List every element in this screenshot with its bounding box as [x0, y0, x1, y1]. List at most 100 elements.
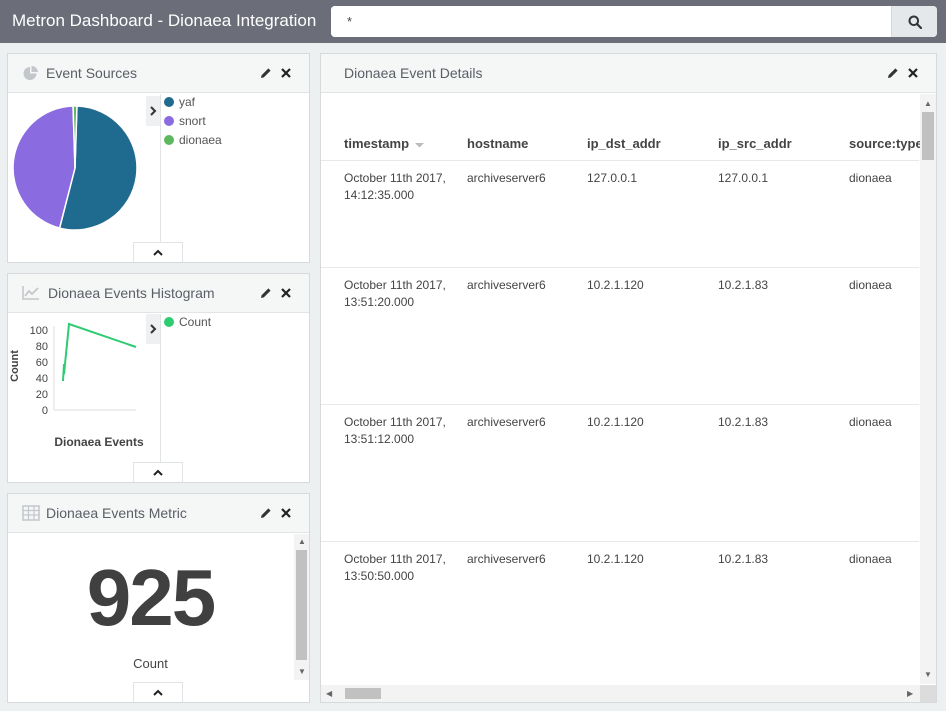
close-icon	[281, 288, 291, 298]
scroll-down-arrow[interactable]: ▼	[298, 668, 306, 676]
pencil-icon	[888, 68, 898, 78]
legend-item-snort[interactable]: snort	[164, 113, 206, 129]
pencil-icon	[261, 508, 271, 518]
collapse-button[interactable]	[133, 682, 183, 702]
panel-header: Dionaea Events Histogram	[8, 274, 309, 313]
scroll-up-arrow[interactable]: ▲	[298, 538, 306, 546]
ip-dst-addr-cell: 127.0.0.1	[587, 171, 638, 185]
legend-toggle[interactable]	[146, 96, 160, 126]
timestamp-cell: October 11th 2017, 13:51:20.000	[344, 278, 446, 309]
event-details-panel: Dionaea Event Details timestamp hostname…	[320, 53, 937, 703]
y-tick-100: 100	[30, 325, 48, 337]
column-header-timestamp[interactable]: timestamp	[344, 136, 424, 151]
y-tick-40: 40	[36, 373, 48, 385]
edit-button[interactable]	[259, 286, 273, 300]
dashboard-title: Metron Dashboard - Dionaea Integration	[12, 11, 317, 30]
y-tick-20: 20	[36, 389, 48, 401]
legend-divider	[160, 94, 161, 242]
close-button[interactable]	[279, 286, 293, 300]
ip-src-addr-cell: 10.2.1.83	[718, 278, 769, 292]
column-header-hostname[interactable]: hostname	[467, 136, 528, 151]
pencil-icon	[261, 68, 271, 78]
column-header-ip-dst-addr[interactable]: ip_dst_addr	[587, 136, 661, 151]
edit-button[interactable]	[259, 506, 273, 520]
edit-button[interactable]	[259, 66, 273, 80]
row-divider	[321, 404, 919, 405]
scrollbar-thumb[interactable]	[345, 688, 381, 699]
pencil-icon	[261, 288, 271, 298]
panel-header: Dionaea Events Metric	[8, 494, 309, 533]
ip-src-addr-cell: 10.2.1.83	[718, 415, 769, 429]
y-tick-0: 0	[42, 405, 48, 417]
legend-divider	[160, 314, 161, 462]
header-divider	[321, 160, 919, 161]
legend-toggle[interactable]	[146, 314, 160, 344]
legend-item-count[interactable]: Count	[164, 314, 211, 330]
ip-dst-addr-cell: 10.2.1.120	[587, 278, 644, 292]
timestamp-cell: October 11th 2017, 13:50:50.000	[344, 552, 446, 583]
column-header-ip-src-addr[interactable]: ip_src_addr	[718, 136, 792, 151]
ip-dst-addr-cell: 10.2.1.120	[587, 552, 644, 566]
row-divider	[321, 267, 919, 268]
search-box	[331, 6, 937, 37]
close-icon	[908, 68, 918, 78]
legend-item-dionaea[interactable]: dionaea	[164, 132, 222, 148]
ip-src-addr-cell: 127.0.0.1	[718, 171, 769, 185]
count-series-line	[62, 322, 137, 382]
pie-chart-icon	[23, 65, 38, 80]
ip-src-addr-cell: 10.2.1.83	[718, 552, 769, 566]
collapse-button[interactable]	[133, 462, 183, 482]
source-type-cell: dionaea	[849, 415, 892, 429]
vertical-scrollbar[interactable]: ▲ ▼	[920, 94, 936, 684]
horizontal-scrollbar[interactable]: ◀ ▶	[321, 685, 920, 702]
scrollbar-thumb[interactable]	[296, 550, 307, 660]
panel-title: Dionaea Event Details	[344, 65, 483, 81]
y-tick-80: 80	[36, 341, 48, 353]
close-icon	[281, 508, 291, 518]
hostname-cell: archiveserver6	[467, 278, 546, 292]
chevron-up-icon	[153, 469, 163, 476]
close-icon	[281, 68, 291, 78]
scrollbar-thumb[interactable]	[922, 112, 934, 160]
scroll-left-arrow[interactable]: ◀	[326, 690, 332, 698]
sort-caret-icon[interactable]	[414, 142, 424, 148]
metric-value: 925	[86, 553, 216, 642]
hostname-cell: archiveserver6	[467, 415, 546, 429]
collapse-button[interactable]	[133, 242, 183, 262]
source-type-cell: dionaea	[849, 552, 892, 566]
scroll-right-arrow[interactable]: ▶	[907, 690, 913, 698]
vertical-scrollbar[interactable]: ▲ ▼	[294, 534, 309, 680]
table-icon	[22, 505, 40, 521]
legend-item-yaf[interactable]: yaf	[164, 94, 195, 110]
hostname-cell: archiveserver6	[467, 552, 546, 566]
close-button[interactable]	[279, 506, 293, 520]
line-chart-icon	[22, 286, 39, 300]
legend-swatch	[164, 116, 174, 126]
panel-header: Dionaea Event Details	[321, 54, 936, 93]
edit-button[interactable]	[886, 66, 900, 80]
panel-title: Event Sources	[46, 65, 138, 81]
histogram-panel: Dionaea Events Histogram Count 100 80 60…	[7, 273, 310, 483]
metric-label: Count	[133, 656, 168, 671]
panel-title: Dionaea Events Histogram	[48, 285, 215, 301]
scroll-up-arrow[interactable]: ▲	[924, 100, 932, 108]
close-button[interactable]	[279, 66, 293, 80]
y-axis-label: Count	[9, 350, 21, 382]
row-divider	[321, 541, 919, 542]
column-header-source-type[interactable]: source:type	[849, 136, 923, 151]
chevron-up-icon	[153, 249, 163, 256]
search-icon	[908, 15, 922, 29]
legend-swatch	[164, 317, 174, 327]
search-input[interactable]	[331, 6, 891, 37]
panel-header: Event Sources	[8, 54, 309, 93]
legend-swatch	[164, 135, 174, 145]
source-type-cell: dionaea	[849, 278, 892, 292]
timestamp-cell: October 11th 2017, 13:51:12.000	[344, 415, 446, 446]
close-button[interactable]	[906, 66, 920, 80]
chevron-right-icon	[150, 106, 157, 116]
scroll-down-arrow[interactable]: ▼	[924, 671, 932, 679]
search-button[interactable]	[891, 6, 937, 37]
x-axis-label: Dionaea Events	[54, 435, 144, 449]
metric-panel: Dionaea Events Metric 925 Count ▲ ▼	[7, 493, 310, 703]
scroll-corner	[920, 685, 936, 702]
